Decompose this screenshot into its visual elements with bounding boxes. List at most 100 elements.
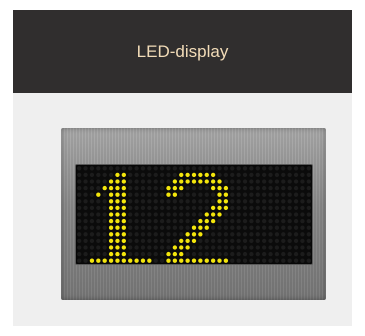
led-dot-off bbox=[140, 212, 146, 217]
led-dot-on bbox=[121, 218, 127, 224]
led-dot-off bbox=[261, 205, 267, 211]
led-dot-off bbox=[198, 238, 203, 244]
led-dot-on bbox=[179, 179, 184, 184]
led-dot-on bbox=[121, 172, 127, 178]
led-dot-off bbox=[153, 172, 158, 178]
led-dot-on bbox=[166, 192, 171, 197]
led-matrix bbox=[77, 166, 311, 263]
led-dot-off bbox=[128, 212, 133, 217]
led-dot-on bbox=[121, 185, 127, 191]
led-dot-off bbox=[128, 179, 133, 184]
led-dot-off bbox=[236, 218, 241, 224]
led-dot-off bbox=[306, 238, 311, 244]
led-dot-off bbox=[293, 199, 299, 204]
widget-title: LED-display bbox=[136, 41, 229, 61]
led-dot-off bbox=[261, 245, 267, 250]
led-dot-off bbox=[268, 258, 273, 263]
led-dot-off bbox=[223, 232, 229, 237]
led-dot-off bbox=[274, 185, 280, 191]
led-dot-off bbox=[159, 172, 165, 178]
led-dot-off bbox=[159, 218, 165, 224]
led-dot-on bbox=[210, 179, 216, 184]
led-dot-off bbox=[102, 212, 107, 217]
led-dot-off bbox=[223, 212, 229, 217]
led-dot-off bbox=[115, 166, 120, 171]
led-dot-on bbox=[179, 172, 184, 178]
led-dot-off bbox=[261, 179, 267, 184]
led-dot-on bbox=[172, 185, 178, 191]
led-dot-off bbox=[134, 179, 139, 184]
led-dot-off bbox=[242, 225, 248, 230]
led-dot-off bbox=[268, 245, 273, 250]
led-dot-on bbox=[217, 185, 222, 191]
led-dot-off bbox=[287, 205, 292, 211]
led-dot-off bbox=[230, 185, 235, 191]
led-dot-off bbox=[134, 218, 139, 224]
led-dot-off bbox=[255, 251, 260, 257]
led-dot-off bbox=[128, 192, 133, 197]
led-dot-off bbox=[89, 185, 95, 191]
led-dot-off bbox=[268, 251, 273, 257]
led-dot-off bbox=[96, 225, 101, 230]
led-dot-off bbox=[140, 238, 146, 244]
led-dot-off bbox=[89, 166, 95, 171]
led-dot-off bbox=[198, 212, 203, 217]
led-dot-off bbox=[249, 251, 254, 257]
led-dot-off bbox=[83, 218, 88, 224]
led-dot-on bbox=[223, 199, 229, 204]
led-dot-off bbox=[281, 238, 286, 244]
led-dot-off bbox=[134, 205, 139, 211]
led-dot-off bbox=[300, 238, 305, 244]
led-dot-on bbox=[185, 179, 190, 184]
led-dot-off bbox=[159, 251, 165, 257]
led-dot-off bbox=[261, 218, 267, 224]
led-dot-off bbox=[166, 172, 171, 178]
led-dot-off bbox=[300, 251, 305, 257]
led-dot-off bbox=[179, 218, 184, 224]
led-dot-off bbox=[185, 185, 190, 191]
led-dot-off bbox=[281, 232, 286, 237]
led-dot-off bbox=[159, 205, 165, 211]
led-dot-off bbox=[274, 179, 280, 184]
led-dot-off bbox=[236, 205, 241, 211]
led-dot-off bbox=[83, 199, 88, 204]
led-dot-off bbox=[140, 205, 146, 211]
led-dot-off bbox=[134, 212, 139, 217]
led-dot-on bbox=[172, 258, 178, 263]
led-dot-off bbox=[166, 199, 171, 204]
led-dot-off bbox=[185, 225, 190, 230]
led-dot-off bbox=[230, 179, 235, 184]
led-dot-off bbox=[128, 225, 133, 230]
led-dot-off bbox=[293, 192, 299, 197]
led-dot-off bbox=[249, 245, 254, 250]
led-dot-off bbox=[281, 192, 286, 197]
led-dot-off bbox=[293, 166, 299, 171]
led-dot-off bbox=[102, 192, 107, 197]
led-dot-off bbox=[108, 172, 114, 178]
led-dot-off bbox=[102, 251, 107, 257]
led-dot-off bbox=[198, 185, 203, 191]
led-dot-off bbox=[306, 185, 311, 191]
led-dot-off bbox=[274, 218, 280, 224]
led-dot-off bbox=[242, 238, 248, 244]
led-dot-off bbox=[230, 212, 235, 217]
led-dot-off bbox=[172, 225, 178, 230]
led-dot-off bbox=[242, 245, 248, 250]
led-dot-off bbox=[185, 205, 190, 211]
led-dot-off bbox=[134, 245, 139, 250]
led-dot-on bbox=[115, 199, 120, 204]
led-dot-off bbox=[223, 245, 229, 250]
led-dot-on bbox=[185, 232, 190, 237]
led-dot-off bbox=[77, 205, 82, 211]
led-dot-off bbox=[102, 225, 107, 230]
led-dot-on bbox=[121, 232, 127, 237]
led-dot-off bbox=[223, 166, 229, 171]
led-dot-off bbox=[249, 179, 254, 184]
led-dot-off bbox=[242, 166, 248, 171]
led-dot-off bbox=[281, 251, 286, 257]
led-dot-on bbox=[121, 251, 127, 257]
led-dot-off bbox=[89, 232, 95, 237]
led-dot-on bbox=[121, 205, 127, 211]
led-dot-on bbox=[191, 232, 197, 237]
led-dot-on bbox=[89, 258, 95, 263]
